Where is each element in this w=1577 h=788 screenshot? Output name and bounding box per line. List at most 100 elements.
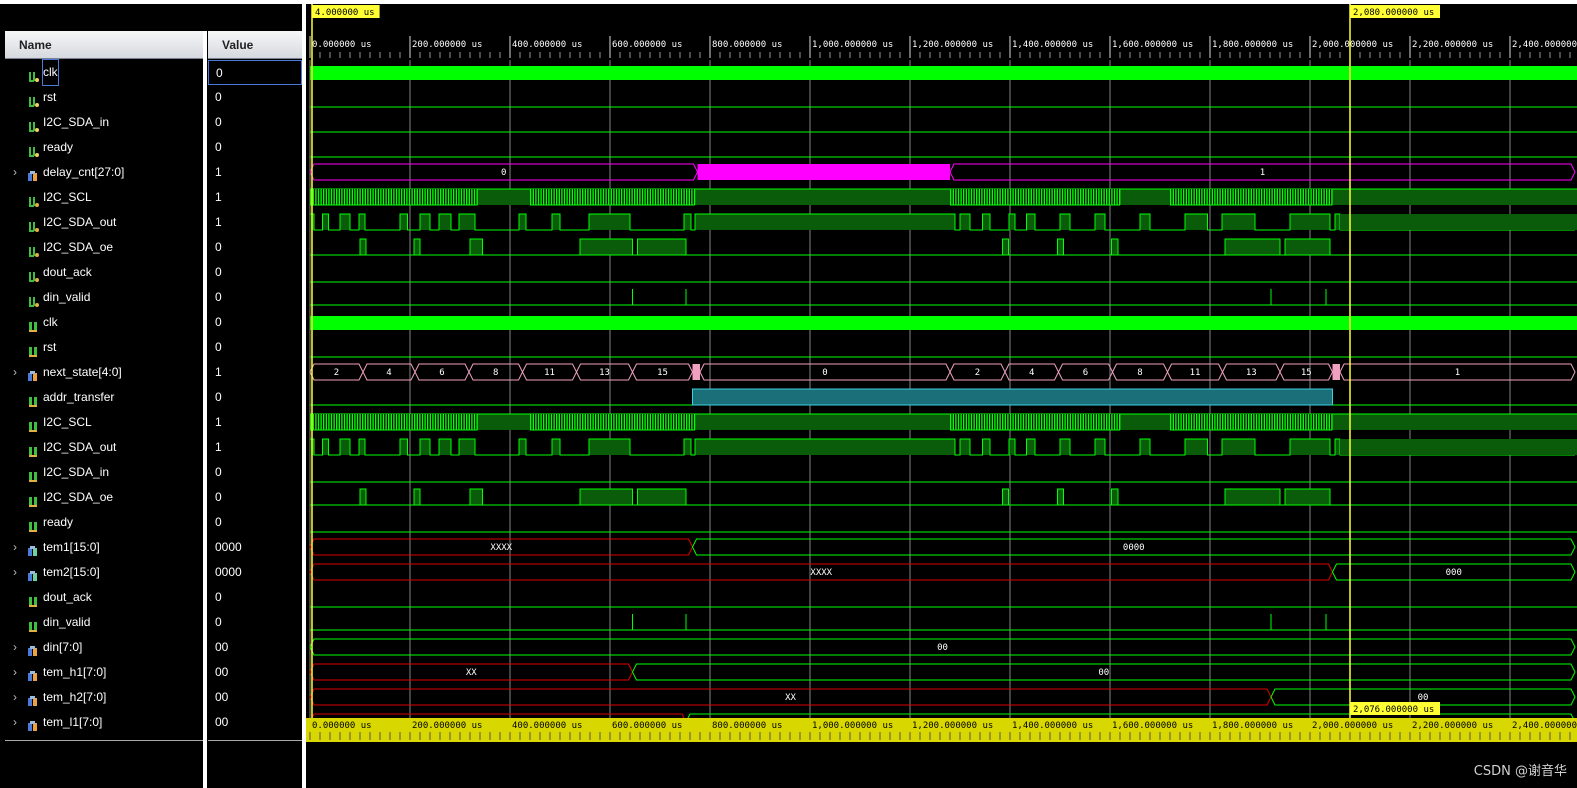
scl-pulse bbox=[589, 414, 592, 430]
signal-row-15[interactable]: I2C_SDA_out bbox=[5, 435, 203, 460]
ruler-tick-label: 1,400.000000 us bbox=[1012, 40, 1093, 50]
scl-pulse bbox=[996, 189, 999, 205]
sda-out-high-fill bbox=[1026, 214, 1035, 230]
scl-pulse bbox=[1074, 414, 1077, 430]
signal-row-25[interactable]: › tem_h2[7:0] bbox=[5, 685, 203, 710]
scl-pulse bbox=[1002, 414, 1004, 430]
signal-row-5[interactable]: I2C_SCL bbox=[5, 185, 203, 210]
bus-waveform: XXXX 0000 bbox=[309, 538, 1576, 556]
scl-pulse bbox=[587, 414, 589, 430]
ruler-tick-label: 2,000.000000 us bbox=[1312, 40, 1393, 50]
scl-pulse bbox=[1305, 189, 1307, 205]
signal-row-17[interactable]: I2C_SDA_oe bbox=[5, 485, 203, 510]
signal-row-18[interactable]: ready bbox=[5, 510, 203, 535]
signal-row-14[interactable]: I2C_SCL bbox=[5, 410, 203, 435]
expand-chevron-icon[interactable]: › bbox=[13, 560, 17, 585]
sda-out-high-fill bbox=[960, 439, 970, 455]
signal-row-11[interactable]: rst bbox=[5, 335, 203, 360]
scl-pulse bbox=[1274, 414, 1276, 430]
expand-chevron-icon[interactable]: › bbox=[13, 160, 17, 185]
scl-pulse bbox=[1261, 189, 1263, 205]
signal-row-4[interactable]: › delay_cnt[27:0] bbox=[5, 160, 203, 185]
bus-value-label: 4 bbox=[1029, 368, 1034, 378]
scl-pulse bbox=[1015, 189, 1017, 205]
signal-value: 00 bbox=[215, 690, 229, 704]
waveform-canvas[interactable]: 0.000000 us 200.000000 us 400.000000 us 600… bbox=[306, 4, 1577, 788]
scl-pulse bbox=[1059, 414, 1061, 430]
signal-value: 1 bbox=[215, 215, 222, 229]
scl-pulse bbox=[1080, 414, 1082, 430]
scl-pulse bbox=[558, 414, 560, 430]
scl-pulse bbox=[1276, 189, 1278, 205]
signal-row-1[interactable]: rst bbox=[5, 85, 203, 110]
scl-pulse bbox=[408, 414, 411, 430]
scl-pulse bbox=[1313, 189, 1315, 205]
signal-row-12[interactable]: › next_state[4:0] bbox=[5, 360, 203, 385]
scl-pulse bbox=[463, 189, 465, 205]
scl-pulse bbox=[429, 414, 431, 430]
signal-row-9[interactable]: din_valid bbox=[5, 285, 203, 310]
signal-row-21[interactable]: dout_ack bbox=[5, 585, 203, 610]
signal-row-8[interactable]: dout_ack bbox=[5, 260, 203, 285]
signal-row-0[interactable]: clk bbox=[5, 59, 203, 86]
scl-pulse bbox=[976, 189, 978, 205]
expand-chevron-icon[interactable]: › bbox=[13, 535, 17, 560]
scl-pulse bbox=[1268, 189, 1271, 205]
scl-pulse bbox=[1255, 189, 1258, 205]
scl-pulse bbox=[631, 189, 633, 205]
signal-row-2[interactable]: I2C_SDA_in bbox=[5, 110, 203, 135]
scl-pulse bbox=[670, 414, 672, 430]
scl-pulse bbox=[553, 414, 555, 430]
signal-row-7[interactable]: I2C_SDA_oe bbox=[5, 235, 203, 260]
scl-pulse bbox=[605, 414, 607, 430]
expand-chevron-icon[interactable]: › bbox=[13, 685, 17, 710]
expand-chevron-icon[interactable]: › bbox=[13, 360, 17, 385]
scl-pulse bbox=[1061, 189, 1064, 205]
signal-row-24[interactable]: › tem_h1[7:0] bbox=[5, 660, 203, 685]
expand-chevron-icon[interactable]: › bbox=[13, 635, 17, 660]
scl-pulse bbox=[693, 414, 696, 430]
scl-pulse bbox=[970, 414, 973, 430]
signal-row-3[interactable]: ready bbox=[5, 135, 203, 160]
name-column-header[interactable]: Name bbox=[5, 31, 203, 59]
scl-pulse bbox=[385, 189, 387, 205]
pulse-high bbox=[637, 238, 687, 256]
expand-chevron-icon[interactable]: › bbox=[13, 710, 17, 735]
signal-row-16[interactable]: I2C_SDA_in bbox=[5, 460, 203, 485]
column-splitter[interactable] bbox=[203, 31, 207, 788]
expand-chevron-icon[interactable]: › bbox=[13, 660, 17, 685]
signal-row-19[interactable]: › tem1[15:0] bbox=[5, 535, 203, 560]
signal-row-13[interactable]: addr_transfer bbox=[5, 385, 203, 410]
signal-row-26[interactable]: › tem_l1[7:0] bbox=[5, 710, 203, 735]
signal-row-20[interactable]: › tem2[15:0] bbox=[5, 560, 203, 585]
scl-pulse bbox=[968, 189, 970, 205]
value-column-header[interactable]: Value bbox=[208, 31, 302, 59]
signal-row-6[interactable]: I2C_SDA_out bbox=[5, 210, 203, 235]
scl-pulse bbox=[424, 189, 426, 205]
scl-pulse bbox=[1206, 414, 1208, 430]
scl-pulse bbox=[1100, 189, 1103, 205]
signal-row-22[interactable]: din_valid bbox=[5, 610, 203, 635]
scl-pulse bbox=[688, 189, 690, 205]
bus-value-label: 11 bbox=[544, 368, 555, 378]
scl-pulse bbox=[553, 189, 555, 205]
scl-pulse bbox=[421, 189, 424, 205]
sda-out-high-fill bbox=[1222, 214, 1255, 230]
sda-out-high-fill bbox=[552, 214, 560, 230]
signal-row-10[interactable]: clk bbox=[5, 310, 203, 335]
scl-pulse bbox=[473, 414, 476, 430]
scl-pulse bbox=[1201, 414, 1203, 430]
scl-pulse bbox=[691, 414, 693, 430]
scl-pulse bbox=[662, 189, 664, 205]
signal-row-23[interactable]: › din[7:0] bbox=[5, 635, 203, 660]
scl-pulse bbox=[1240, 414, 1242, 430]
ruler-tick-label: 800.000000 us bbox=[712, 40, 782, 50]
scl-pulse bbox=[1201, 189, 1203, 205]
scl-pulse bbox=[380, 189, 382, 205]
scl-pulse bbox=[1302, 189, 1304, 205]
scl-pulse bbox=[466, 189, 468, 205]
scl-pulse bbox=[1009, 189, 1012, 205]
scl-pulse bbox=[336, 189, 338, 205]
pulse-high bbox=[413, 238, 421, 256]
scl-pulse bbox=[965, 189, 967, 205]
